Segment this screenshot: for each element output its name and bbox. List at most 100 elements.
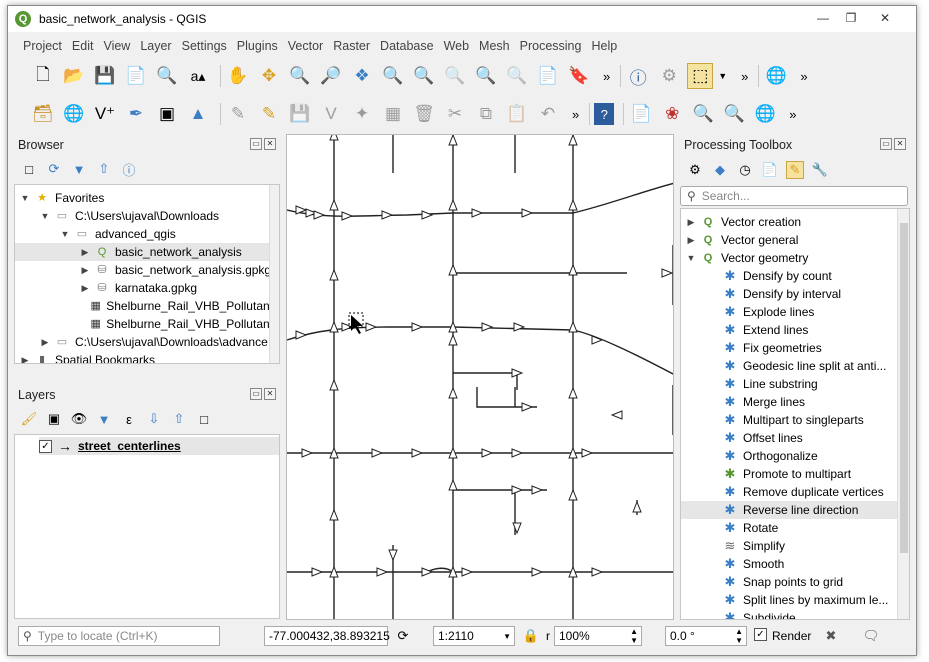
copy-features-icon[interactable]: ⧉ (473, 101, 499, 127)
paste-features-icon[interactable]: 📋 (504, 101, 530, 127)
spin-arrows-icon[interactable]: ▲ ▼ (630, 627, 638, 645)
browser-item[interactable]: ▦ Shelburne_Rail_VHB_PollutantS (15, 297, 279, 315)
history-icon[interactable]: ◷ (736, 161, 754, 179)
toolbar-more-icon-2[interactable]: » (741, 69, 748, 84)
modify-attributes-icon[interactable]: ▦ (380, 101, 406, 127)
expand-arrow-icon[interactable]: ▶ (685, 235, 697, 246)
new-layout-icon[interactable]: 📄 (628, 101, 654, 127)
add-group-icon[interactable]: ▣ (45, 410, 63, 428)
toolbox-group[interactable]: ▶ Q Vector creation (681, 213, 802, 231)
add-delimited-text-icon[interactable]: ✒ (123, 101, 149, 127)
toolbar-more-icon-3[interactable]: » (800, 69, 807, 84)
new-print-layout-icon[interactable]: 📄 (123, 63, 149, 89)
algorithm-item[interactable]: ✱ Rotate (681, 519, 899, 537)
minimize-button[interactable]: — (812, 10, 834, 26)
toolbox-group[interactable]: ▼ Q Vector geometry (681, 249, 809, 267)
toggle-extents-icon[interactable]: ⟳ (394, 627, 412, 645)
python-scripts-icon[interactable]: ◆ (711, 161, 729, 179)
new-geopackage-layer-icon[interactable]: 🌐 (61, 101, 87, 127)
browser-item[interactable]: ▦ Shelburne_Rail_VHB_PollutantS (15, 315, 279, 333)
algorithm-item[interactable]: ✱ Extend lines (681, 321, 899, 339)
algorithm-item[interactable]: ✱ Split lines by maximum le... (681, 591, 899, 609)
menu-edit[interactable]: Edit (67, 39, 99, 53)
filter-icon[interactable]: ▼ (70, 160, 88, 178)
plugin-star-icon[interactable]: 🔍 (721, 101, 747, 127)
toolbox-search-input[interactable]: ⚲ Search... (680, 186, 908, 206)
select-features-icon[interactable]: ⬚ (687, 63, 714, 89)
menu-plugins[interactable]: Plugins (232, 39, 283, 53)
save-edits-icon[interactable]: 💾 (287, 101, 313, 127)
browser-item[interactable]: ▶ ⛁ karnataka.gpkg (15, 279, 279, 297)
undo-icon[interactable]: ↶ (535, 101, 561, 127)
layer-item[interactable]: ✓ → street_centerlines (39, 437, 279, 455)
remove-layer-icon[interactable]: □ (195, 410, 213, 428)
options-icon[interactable]: 🔧 (811, 161, 829, 179)
close-panel-icon[interactable]: ✕ (894, 138, 906, 150)
plugin-search-icon[interactable]: 🔍 (690, 101, 716, 127)
zoom-native-icon[interactable]: 🔍 (442, 63, 468, 89)
browser-item[interactable]: ▼ ★ Favorites (15, 189, 279, 207)
menu-web[interactable]: Web (439, 39, 474, 53)
magnifier-field[interactable]: 100% ▲ ▼ (554, 626, 642, 646)
algorithm-item[interactable]: ✱ Multipart to singleparts (681, 411, 899, 429)
add-mesh-layer-icon[interactable]: ▲ (185, 101, 211, 127)
rotation-field[interactable]: 0.0 ° ▲ ▼ (665, 626, 747, 646)
expand-all-icon[interactable]: ⇩ (145, 410, 163, 428)
layer-visibility-checkbox[interactable]: ✓ (39, 439, 52, 453)
zoom-in-icon[interactable]: 🔍 (287, 63, 313, 89)
layer-styling-icon[interactable]: 🖌 (20, 410, 38, 428)
algorithm-item[interactable]: ✱ Snap points to grid (681, 573, 899, 591)
spin-arrows-icon[interactable]: ▲ ▼ (735, 627, 743, 645)
browser-item[interactable]: ▼ ▭ C:\Users\ujaval\Downloads (15, 207, 279, 225)
algorithm-item[interactable]: ✱ Smooth (681, 555, 899, 573)
add-selected-layers-icon[interactable]: □ (20, 160, 38, 178)
save-project-icon[interactable]: 💾 (92, 63, 118, 89)
current-edits-icon[interactable]: ✎ (225, 101, 251, 127)
algorithm-item[interactable]: ✱ Explode lines (681, 303, 899, 321)
add-wms-layer-icon[interactable]: ▣ (154, 101, 180, 127)
cut-features-icon[interactable]: ✂ (442, 101, 468, 127)
expand-arrow-icon[interactable]: ▶ (79, 283, 91, 294)
close-panel-icon[interactable]: ✕ (264, 138, 276, 150)
toolbox-scrollbar[interactable] (897, 209, 909, 619)
expand-arrow-icon[interactable]: ▶ (39, 337, 51, 348)
info-icon[interactable]: ⓘ (120, 160, 138, 178)
add-vector-layer-icon[interactable]: V⁺ (92, 101, 118, 127)
digitize-icon[interactable]: V (318, 101, 344, 127)
menu-mesh[interactable]: Mesh (474, 39, 515, 53)
menu-settings[interactable]: Settings (177, 39, 232, 53)
float-panel-icon[interactable]: ▭ (250, 138, 262, 150)
algorithm-item[interactable]: ✱ Subdivide (681, 609, 899, 620)
chevron-down-icon[interactable]: ▼ (718, 71, 727, 81)
models-icon[interactable]: ⚙ (686, 161, 704, 179)
algorithm-item[interactable]: ✱ Offset lines (681, 429, 899, 447)
plugin-globe-icon[interactable]: 🌐 (752, 101, 778, 127)
locator-input[interactable]: ⚲ Type to locate (Ctrl+K) (18, 626, 220, 646)
menu-view[interactable]: View (98, 39, 135, 53)
maximize-button[interactable]: ❐ (840, 10, 862, 26)
algorithm-item[interactable]: ✱ Fix geometries (681, 339, 899, 357)
bookmark-icon[interactable]: 🔖 (566, 63, 592, 89)
zoom-to-layer-icon[interactable]: 🔍 (411, 63, 437, 89)
collapse-all-layers-icon[interactable]: ⇧ (170, 410, 188, 428)
close-panel-icon[interactable]: ✕ (264, 388, 276, 400)
zoom-to-selection-icon[interactable]: 🔍 (380, 63, 406, 89)
menu-processing[interactable]: Processing (515, 39, 587, 53)
algorithm-item[interactable]: ✱ Reverse line direction (681, 501, 899, 519)
algorithm-item[interactable]: ✱ Densify by interval (681, 285, 899, 303)
algorithm-item[interactable]: ✱ Geodesic line split at anti... (681, 357, 899, 375)
browser-scrollbar[interactable] (269, 185, 279, 363)
browser-item[interactable]: ▶ ⛁ basic_network_analysis.gpkg (15, 261, 279, 279)
delete-selected-icon[interactable]: 🗑 (411, 101, 437, 127)
toolbox-group[interactable]: ▶ Q Vector general (681, 231, 799, 249)
expand-arrow-icon[interactable]: ▼ (685, 253, 697, 263)
scale-field[interactable]: 1:2110 ▼ (433, 626, 515, 646)
style-manager-icon[interactable]: a▴ (185, 63, 211, 89)
toolbar-more-icon-5[interactable]: » (789, 107, 796, 122)
toolbar-more-icon-4[interactable]: » (572, 107, 579, 122)
toggle-editing-icon[interactable]: ✎ (256, 101, 282, 127)
algorithm-item[interactable]: ✱ Remove duplicate vertices (681, 483, 899, 501)
browser-item[interactable]: ▶ ▮ Spatial Bookmarks (15, 351, 279, 363)
expand-arrow-icon[interactable]: ▼ (39, 211, 51, 221)
results-viewer-icon[interactable]: 📄 (761, 161, 779, 179)
